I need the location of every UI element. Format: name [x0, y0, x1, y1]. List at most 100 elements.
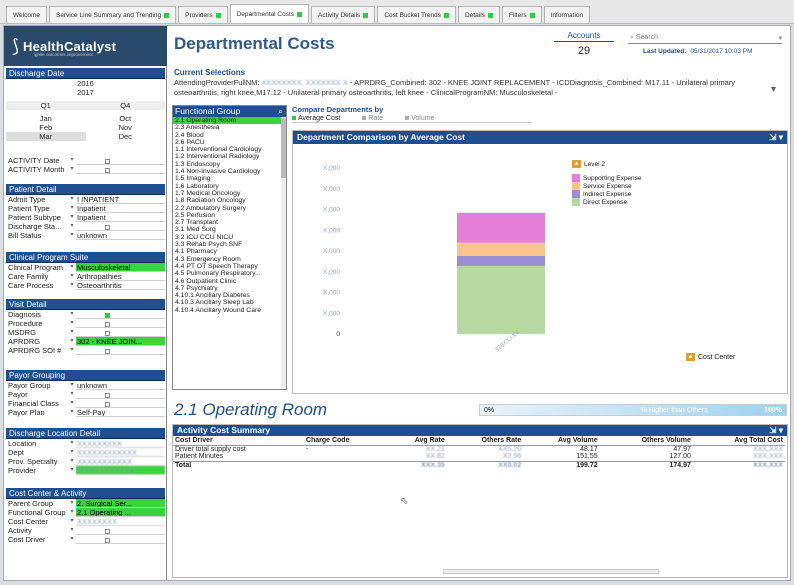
activity-date-filter[interactable]: ACTIVITY Date ▾: [6, 156, 165, 165]
functional-group-item[interactable]: 2.5 Perfusion: [173, 212, 281, 219]
scroll-down-icon[interactable]: ▼: [769, 84, 778, 94]
filter-row[interactable]: Patient Type ▾ Inpatient: [6, 204, 165, 213]
filter-row[interactable]: Admit Type ▾ I INPATIENT: [6, 195, 165, 204]
column-header[interactable]: Charge Code: [303, 436, 388, 446]
search-input[interactable]: ⌕ Search ▾: [628, 32, 782, 44]
dropdown-arrow-icon[interactable]: ▾: [68, 263, 76, 272]
filter-row[interactable]: Provider ▾ XXXXXXXXXXXX: [6, 466, 165, 475]
month-item[interactable]: Nov: [86, 123, 166, 132]
functional-group-item[interactable]: 4.5 Pulmonary Respiratory...: [173, 270, 281, 277]
quarter-q4[interactable]: Q4: [85, 101, 165, 110]
dropdown-arrow-icon[interactable]: ▾: [68, 195, 76, 204]
dropdown-arrow-icon[interactable]: ▾: [68, 381, 76, 390]
column-header[interactable]: Cost Driver: [173, 436, 304, 446]
functional-group-listbox[interactable]: Functional Group ⌕ 2.1 Operating Room 2.3 …: [172, 105, 287, 390]
filter-row[interactable]: Activity ▾: [6, 526, 165, 535]
year-list[interactable]: 2016 2017: [6, 79, 165, 97]
functional-group-item[interactable]: 4.6 Outpatient Clinic: [173, 278, 281, 285]
table-row[interactable]: Patient Minutes XX.82 X2.96 151.55 127.00 XXX…: [173, 453, 785, 461]
dropdown-arrow-icon[interactable]: ▾: [68, 399, 76, 408]
filter-row[interactable]: Discharge Sta... ▾: [6, 222, 165, 231]
filter-value[interactable]: [76, 526, 165, 535]
filter-value[interactable]: [76, 328, 165, 337]
dropdown-arrow-icon[interactable]: ▾: [68, 337, 76, 346]
dropdown-arrow-icon[interactable]: ▾: [68, 319, 76, 328]
filter-row[interactable]: MSDRG ▾: [6, 328, 165, 337]
filter-value[interactable]: [76, 399, 165, 408]
bar-segment-supporting-expense[interactable]: [457, 212, 545, 243]
functional-group-item[interactable]: 4.3 Emergency Room: [173, 256, 281, 263]
filter-value[interactable]: [76, 346, 165, 355]
month-item[interactable]: Jan: [6, 114, 86, 123]
filter-value[interactable]: 2. Surgical Ser...: [76, 499, 165, 508]
filter-row[interactable]: Financial Class ▾: [6, 399, 165, 408]
legend-item[interactable]: Supporting Expense: [572, 174, 642, 182]
functional-group-item[interactable]: 4.10.3 Ancillary Sleep Lab: [173, 299, 281, 306]
chevron-down-icon[interactable]: ▾: [778, 34, 782, 42]
dropdown-arrow-icon[interactable]: ▾: [68, 508, 76, 517]
filter-value[interactable]: Osteoarthritis: [76, 281, 165, 290]
filter-row[interactable]: Care Family ▾ Arthropathies: [6, 272, 165, 281]
functional-group-item[interactable]: 4.10.4 Ancillary Wound Care: [173, 307, 281, 314]
filter-row[interactable]: Payor Group ▾ unknown: [6, 381, 165, 390]
dropdown-arrow-icon[interactable]: ▾: [68, 439, 76, 448]
filter-row[interactable]: APRDRG ▾ 302 - KNEE JOIN...: [6, 337, 165, 346]
filter-row[interactable]: Dept ▾ XXXXXXXXXXXX: [6, 448, 165, 457]
filter-row[interactable]: Care Process ▾ Osteoarthritis: [6, 281, 165, 290]
dropdown-arrow-icon[interactable]: ▾: [68, 499, 76, 508]
chart-menu-icon[interactable]: ⇲ ▾: [769, 131, 783, 144]
filter-row[interactable]: Functional Group ▾ 2.1 Operating ...: [6, 508, 165, 517]
dropdown-arrow-icon[interactable]: ▾: [68, 231, 76, 240]
bar-segment-direct-expense[interactable]: [457, 265, 545, 334]
filter-value[interactable]: XXXXXXXXXXX: [76, 457, 165, 466]
dropdown-arrow-icon[interactable]: ▾: [68, 213, 76, 222]
month-item[interactable]: Oct: [86, 114, 166, 123]
filter-row[interactable]: Prov. Specialty ▾ XXXXXXXXXXX: [6, 457, 165, 466]
dropdown-arrow-icon[interactable]: ▾: [68, 408, 76, 417]
filter-row[interactable]: Clinical Program ▾ Musculoskeletal: [6, 263, 165, 272]
filter-value[interactable]: [76, 222, 165, 231]
legend-item[interactable]: Service Expense: [572, 182, 642, 190]
filter-value[interactable]: XXXXXXXXXXXX: [76, 448, 165, 457]
filter-value[interactable]: unknown: [76, 231, 165, 240]
tab-4[interactable]: Activity Details: [311, 6, 376, 23]
month-item[interactable]: Dec: [86, 132, 166, 141]
filter-row[interactable]: Payor ▾: [6, 390, 165, 399]
column-header[interactable]: Avg Volume: [523, 436, 600, 446]
dropdown-arrow-icon[interactable]: ▾: [68, 466, 76, 475]
dropdown-arrow-icon[interactable]: ▾: [68, 346, 76, 355]
legend-item[interactable]: Direct Expense: [572, 198, 642, 206]
functional-group-item[interactable]: 1.5 Imaging: [173, 175, 281, 182]
filter-row[interactable]: Cost Driver ▾: [6, 535, 165, 544]
functional-group-item[interactable]: 2.2 Ambulatory Surgery: [173, 205, 281, 212]
filter-row[interactable]: Patient Subtype ▾ Inpatient: [6, 213, 165, 222]
filter-row[interactable]: Payor Plan ▾ Self-Pay: [6, 408, 165, 417]
filter-row[interactable]: Bill Status ▾ unknown: [6, 231, 165, 240]
functional-group-item[interactable]: 3.1 Med Surg: [173, 226, 281, 233]
tab-0[interactable]: Welcome: [6, 6, 47, 23]
functional-group-item[interactable]: 1.7 Medical Oncology: [173, 190, 281, 197]
dropdown-arrow-icon[interactable]: ▾: [68, 526, 76, 535]
filter-value[interactable]: Inpatient: [76, 213, 165, 222]
column-header[interactable]: Avg Rate: [387, 436, 447, 446]
column-header[interactable]: Avg Total Cost: [692, 436, 785, 446]
bar-segment-service-expense[interactable]: [457, 242, 545, 256]
filter-value[interactable]: Self-Pay: [76, 408, 165, 417]
tab-1[interactable]: Service Line Summary and Trending: [48, 6, 177, 23]
functional-group-item[interactable]: 4.4 PT OT Speech Therapy: [173, 263, 281, 270]
tab-5[interactable]: Cost Bucket Trends: [377, 6, 457, 23]
functional-group-item[interactable]: 3.2 ICU CCU NICU: [173, 234, 281, 241]
filter-value[interactable]: [76, 390, 165, 399]
month-item[interactable]: Mar: [6, 132, 86, 141]
functional-group-item[interactable]: 2.7 Transplant: [173, 219, 281, 226]
filter-value[interactable]: Musculoskeletal: [76, 263, 165, 272]
dropdown-arrow-icon[interactable]: ▾: [68, 448, 76, 457]
dropdown-arrow-icon[interactable]: ▾: [68, 517, 76, 526]
functional-group-item[interactable]: 4.10.1 Ancillary Diabetes: [173, 292, 281, 299]
compare-option[interactable]: Volume: [405, 115, 434, 122]
functional-group-item[interactable]: 4.1 Pharmacy: [173, 248, 281, 255]
compare-option[interactable]: Rate: [362, 115, 383, 122]
functional-group-item[interactable]: 1.3 Endoscopy: [173, 161, 281, 168]
filter-value[interactable]: [76, 535, 165, 544]
dropdown-arrow-icon[interactable]: ▾: [68, 328, 76, 337]
